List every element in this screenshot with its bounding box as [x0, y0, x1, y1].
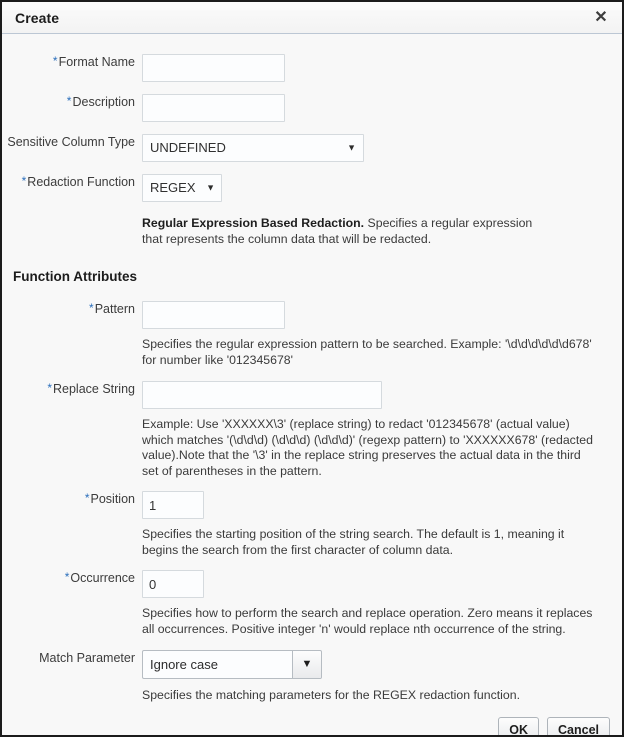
- row-occurrence: *Occurrence Specifies how to perform the…: [2, 570, 622, 637]
- row-redaction-function: *Redaction Function REGEX ▼: [2, 174, 622, 202]
- function-description-text: Regular Expression Based Redaction. Spec…: [142, 216, 552, 247]
- description-input[interactable]: [142, 94, 285, 122]
- label-text-position: Position: [90, 492, 135, 506]
- label-text-pattern: Pattern: [94, 302, 135, 316]
- field-description: [142, 94, 622, 122]
- chevron-down-icon: ▼: [347, 142, 356, 153]
- required-marker-occurrence: *: [64, 570, 70, 584]
- row-sensitive-column-type: Sensitive Column Type UNDEFINED ▼: [2, 134, 622, 162]
- format-name-input[interactable]: [142, 54, 285, 82]
- dialog-title: Create: [15, 9, 60, 26]
- section-title-function-attributes: Function Attributes: [13, 269, 137, 284]
- dialog-body: *Format Name *Description Sensitive Colu…: [2, 54, 622, 735]
- position-hint: Specifies the starting position of the s…: [142, 527, 565, 557]
- label-text-replace-string: Replace String: [53, 382, 135, 396]
- label-sensitive-column-type: Sensitive Column Type: [7, 135, 135, 149]
- label-occurrence: *Occurrence: [2, 570, 142, 586]
- sensitive-column-type-value: UNDEFINED: [150, 140, 226, 155]
- create-dialog: Create ✕ *Format Name *Description Sensi…: [0, 0, 624, 737]
- pattern-hint: Specifies the regular expression pattern…: [142, 337, 592, 367]
- required-marker-replace-string: *: [47, 381, 52, 395]
- required-marker-position: *: [84, 491, 90, 505]
- label-position: *Position: [2, 491, 142, 507]
- field-redaction-function: REGEX ▼: [142, 174, 622, 202]
- field-function-description: Regular Expression Based Redaction. Spec…: [142, 216, 622, 247]
- label-text-redaction-function: Redaction Function: [27, 175, 135, 189]
- match-parameter-dropdown-button[interactable]: ▼: [292, 651, 321, 678]
- label-pattern: *Pattern: [2, 301, 142, 317]
- sensitive-column-type-select[interactable]: UNDEFINED ▼: [142, 134, 364, 162]
- replace-string-input[interactable]: [142, 381, 382, 409]
- required-marker-format-name: *: [52, 54, 58, 68]
- match-parameter-select[interactable]: Ignore case ▼: [142, 650, 322, 679]
- redaction-function-select[interactable]: REGEX ▼: [142, 174, 222, 202]
- field-position: Specifies the starting position of the s…: [142, 491, 622, 558]
- cancel-button[interactable]: Cancel: [547, 717, 610, 735]
- field-pattern: Specifies the regular expression pattern…: [142, 301, 622, 368]
- required-marker-pattern: *: [89, 301, 94, 315]
- label-text-occurrence: Occurrence: [70, 571, 135, 585]
- row-match-parameter: Match Parameter Ignore case ▼ Specifies …: [2, 650, 622, 704]
- required-marker-redaction-function: *: [21, 174, 27, 188]
- chevron-down-icon: ▼: [301, 658, 313, 670]
- occurrence-hint: Specifies how to perform the search and …: [142, 606, 593, 636]
- close-icon[interactable]: ✕: [590, 7, 612, 29]
- row-replace-string: *Replace String Example: Use 'XXXXXX\3' …: [2, 381, 622, 479]
- row-format-name: *Format Name: [2, 54, 622, 82]
- row-description: *Description: [2, 94, 622, 122]
- function-description-strong: Regular Expression Based Redaction.: [142, 216, 365, 230]
- row-function-description: Regular Expression Based Redaction. Spec…: [2, 216, 622, 247]
- row-pattern: *Pattern Specifies the regular expressio…: [2, 301, 622, 368]
- dialog-footer: OK Cancel: [498, 717, 610, 735]
- chevron-down-icon: ▼: [206, 182, 215, 193]
- label-format-name: *Format Name: [2, 54, 142, 70]
- position-input[interactable]: [142, 491, 204, 519]
- pattern-input[interactable]: [142, 301, 285, 329]
- ok-button[interactable]: OK: [498, 717, 539, 735]
- row-position: *Position Specifies the starting positio…: [2, 491, 622, 558]
- field-replace-string: Example: Use 'XXXXXX\3' (replace string)…: [142, 381, 622, 479]
- label-description: *Description: [2, 94, 142, 110]
- label-text-format-name: Format Name: [58, 55, 135, 69]
- replace-string-hint: Example: Use 'XXXXXX\3' (replace string)…: [142, 417, 593, 478]
- field-occurrence: Specifies how to perform the search and …: [142, 570, 622, 637]
- field-format-name: [142, 54, 622, 82]
- occurrence-input[interactable]: [142, 570, 204, 598]
- field-sensitive-column-type: UNDEFINED ▼: [142, 134, 622, 162]
- field-match-parameter: Ignore case ▼ Specifies the matching par…: [142, 650, 622, 704]
- label-redaction-function: *Redaction Function: [2, 174, 142, 190]
- dialog-titlebar: Create ✕: [2, 2, 622, 34]
- label-text-description: Description: [72, 95, 135, 109]
- match-parameter-hint: Specifies the matching parameters for th…: [142, 688, 520, 702]
- label-replace-string: *Replace String: [2, 381, 142, 397]
- required-marker-description: *: [66, 94, 72, 108]
- label-match-parameter: Match Parameter: [39, 651, 135, 665]
